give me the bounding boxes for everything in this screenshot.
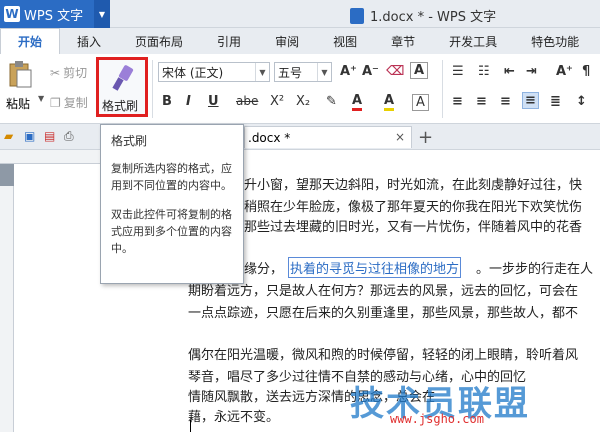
copy-button[interactable]: ❐ 复制 [50,94,88,111]
text-line: 一点点踪迹，只愿在后来的久别重逢里，那些风景，那些故人，都不 [188,306,579,321]
show-marks-icon[interactable]: ¶ [582,64,590,79]
copy-label: 复制 [63,96,88,110]
watermark-url: www.jsgho.com [390,412,484,426]
folder-icon[interactable]: ▰ [4,129,13,143]
text-line: 偶尔在阳光温暖，微风和煦的时候停留，轻轻的闭上眼睛，聆听着风 [188,348,579,363]
tab-references[interactable]: 引用 [200,28,258,54]
shrink-font-button[interactable]: A⁻ [362,64,379,79]
tab-section[interactable]: 章节 [374,28,432,54]
ribbon-home: 粘贴 ▼ ✂ 剪切 ❐ 复制 宋体 (正文) ▼ 五号 ▼ A⁺ A⁻ ⌫ A … [0,54,600,124]
subscript-button[interactable]: X₂ [296,94,310,109]
chevron-down-icon: ▼ [255,63,269,81]
tab-home[interactable]: 开始 [0,28,61,54]
tab-special[interactable]: 特色功能 [514,28,596,54]
tooltip-desc-1: 复制所选内容的格式，应用到不同位置的内容中。 [111,162,232,192]
text-line: 藉，永远不变。 [188,410,280,425]
document-tab-name: .docx * [248,130,291,145]
vertical-ruler[interactable] [0,164,14,432]
clipboard-icon [9,61,32,88]
format-painter-tooltip: 格式刷 复制所选内容的格式，应用到不同位置的内容中。 双击此控件可将复制的格式应… [100,124,244,284]
underline-button[interactable]: U [208,94,219,109]
line-spacing-icon[interactable]: ↕ [576,94,587,109]
cut-button[interactable]: ✂ 剪切 [50,64,87,81]
superscript-button[interactable]: X² [270,94,284,109]
numbering-icon[interactable]: ☷ [478,64,490,79]
app-name: WPS 文字 [24,8,84,24]
text-line: 稍照在少年脸庞，像极了那年夏天的你我在阳光下欢笑忧伤 [244,200,583,215]
tab-review[interactable]: 审阅 [258,28,316,54]
pdf-icon[interactable]: ▤ [44,129,55,143]
phonetic-icon[interactable]: ✎ [326,94,337,109]
app-menu-dropdown-icon[interactable]: ▼ [94,0,110,28]
app-menu-button[interactable]: W WPS 文字 [0,0,94,28]
window-title-text: 1.docx * - WPS 文字 [370,10,497,25]
document-icon [350,7,364,24]
tab-view[interactable]: 视图 [316,28,374,54]
tooltip-title: 格式刷 [111,134,148,148]
justify-icon[interactable]: ≡ [522,92,539,109]
align-center-icon[interactable]: ≡ [476,94,487,109]
align-right-icon[interactable]: ≡ [500,94,511,109]
tooltip-desc-2: 双击此控件可将复制的格式应用到多个位置的内容中。 [111,208,232,255]
clear-format-icon[interactable]: ⌫ [386,64,404,79]
strikethrough-button[interactable]: abe [236,94,258,108]
ruler-margin [0,164,14,186]
font-name-select[interactable]: 宋体 (正文) ▼ [158,62,270,82]
tab-page-layout[interactable]: 页面布局 [118,28,200,54]
text-line: 缘分， [244,262,284,277]
title-bar: W WPS 文字 ▼ 1.docx * - WPS 文字 [0,0,600,28]
font-name-value: 宋体 (正文) [162,65,224,80]
divider [442,60,443,118]
close-icon[interactable]: × [395,130,405,144]
ruler-active-area [186,150,600,164]
new-tab-button[interactable]: + [418,127,433,148]
text-line: 那些过去埋藏的旧时光，又有一片忧伤，伴随着风中的花香 [244,220,583,235]
horizontal-ruler[interactable] [0,150,600,164]
bold-button[interactable]: B [162,94,172,109]
format-painter-button[interactable]: 格式刷 [96,57,148,117]
grow-font-button[interactable]: A⁺ [340,64,357,79]
paste-button[interactable]: 粘贴 [6,60,40,116]
cut-label: 剪切 [63,66,88,80]
scissors-icon: ✂ [50,65,61,80]
outdent-icon[interactable]: ⇤ [504,64,515,79]
font-size-select[interactable]: 五号 ▼ [274,62,332,82]
paste-dropdown-icon[interactable]: ▼ [38,94,44,103]
divider [152,60,153,118]
ribbon-tabs: 开始 插入 页面布局 引用 审阅 视图 章节 开发工具 特色功能 [0,28,600,54]
save-icon[interactable]: ▣ [24,129,35,143]
paste-label: 粘贴 [6,97,31,111]
char-border-button[interactable]: A [412,94,429,111]
indent-icon[interactable]: ⇥ [526,64,537,79]
italic-button[interactable]: I [186,94,191,109]
highlight-button[interactable]: A [384,94,395,111]
document-tab[interactable]: .docx * × [244,126,412,148]
text-line: 升小窗，望那天边斜阳，时光如流，在此刻虔静好过往，快 [244,178,583,193]
text-line: 。一步步的行走在人 [476,262,594,277]
align-left-icon[interactable]: ≡ [452,94,463,109]
chevron-down-icon: ▼ [317,63,331,81]
window-title: 1.docx * - WPS 文字 [350,6,496,25]
text-line: 期盼着远方，只是故人在何方？那远去的风景，远去的回忆，可会在 [188,284,579,299]
format-painter-label: 格式刷 [102,99,139,113]
brush-icon [112,65,134,91]
font-size-value: 五号 [278,65,303,80]
text-effect-button[interactable]: A [410,62,429,79]
wps-logo-icon: W [4,6,20,22]
text-cursor [190,420,191,432]
font-color-button[interactable]: A [352,94,363,111]
sort-icon[interactable]: A⁺ [556,64,573,79]
selected-text[interactable]: 执着的寻觅与过往相像的地方 [288,257,462,278]
print-icon[interactable]: ⎙ [64,129,74,144]
tab-insert[interactable]: 插入 [60,28,118,54]
copy-icon: ❐ [50,95,61,110]
bullets-icon[interactable]: ☰ [452,64,464,79]
tab-developer[interactable]: 开发工具 [432,28,514,54]
distribute-icon[interactable]: ≣ [550,94,561,109]
